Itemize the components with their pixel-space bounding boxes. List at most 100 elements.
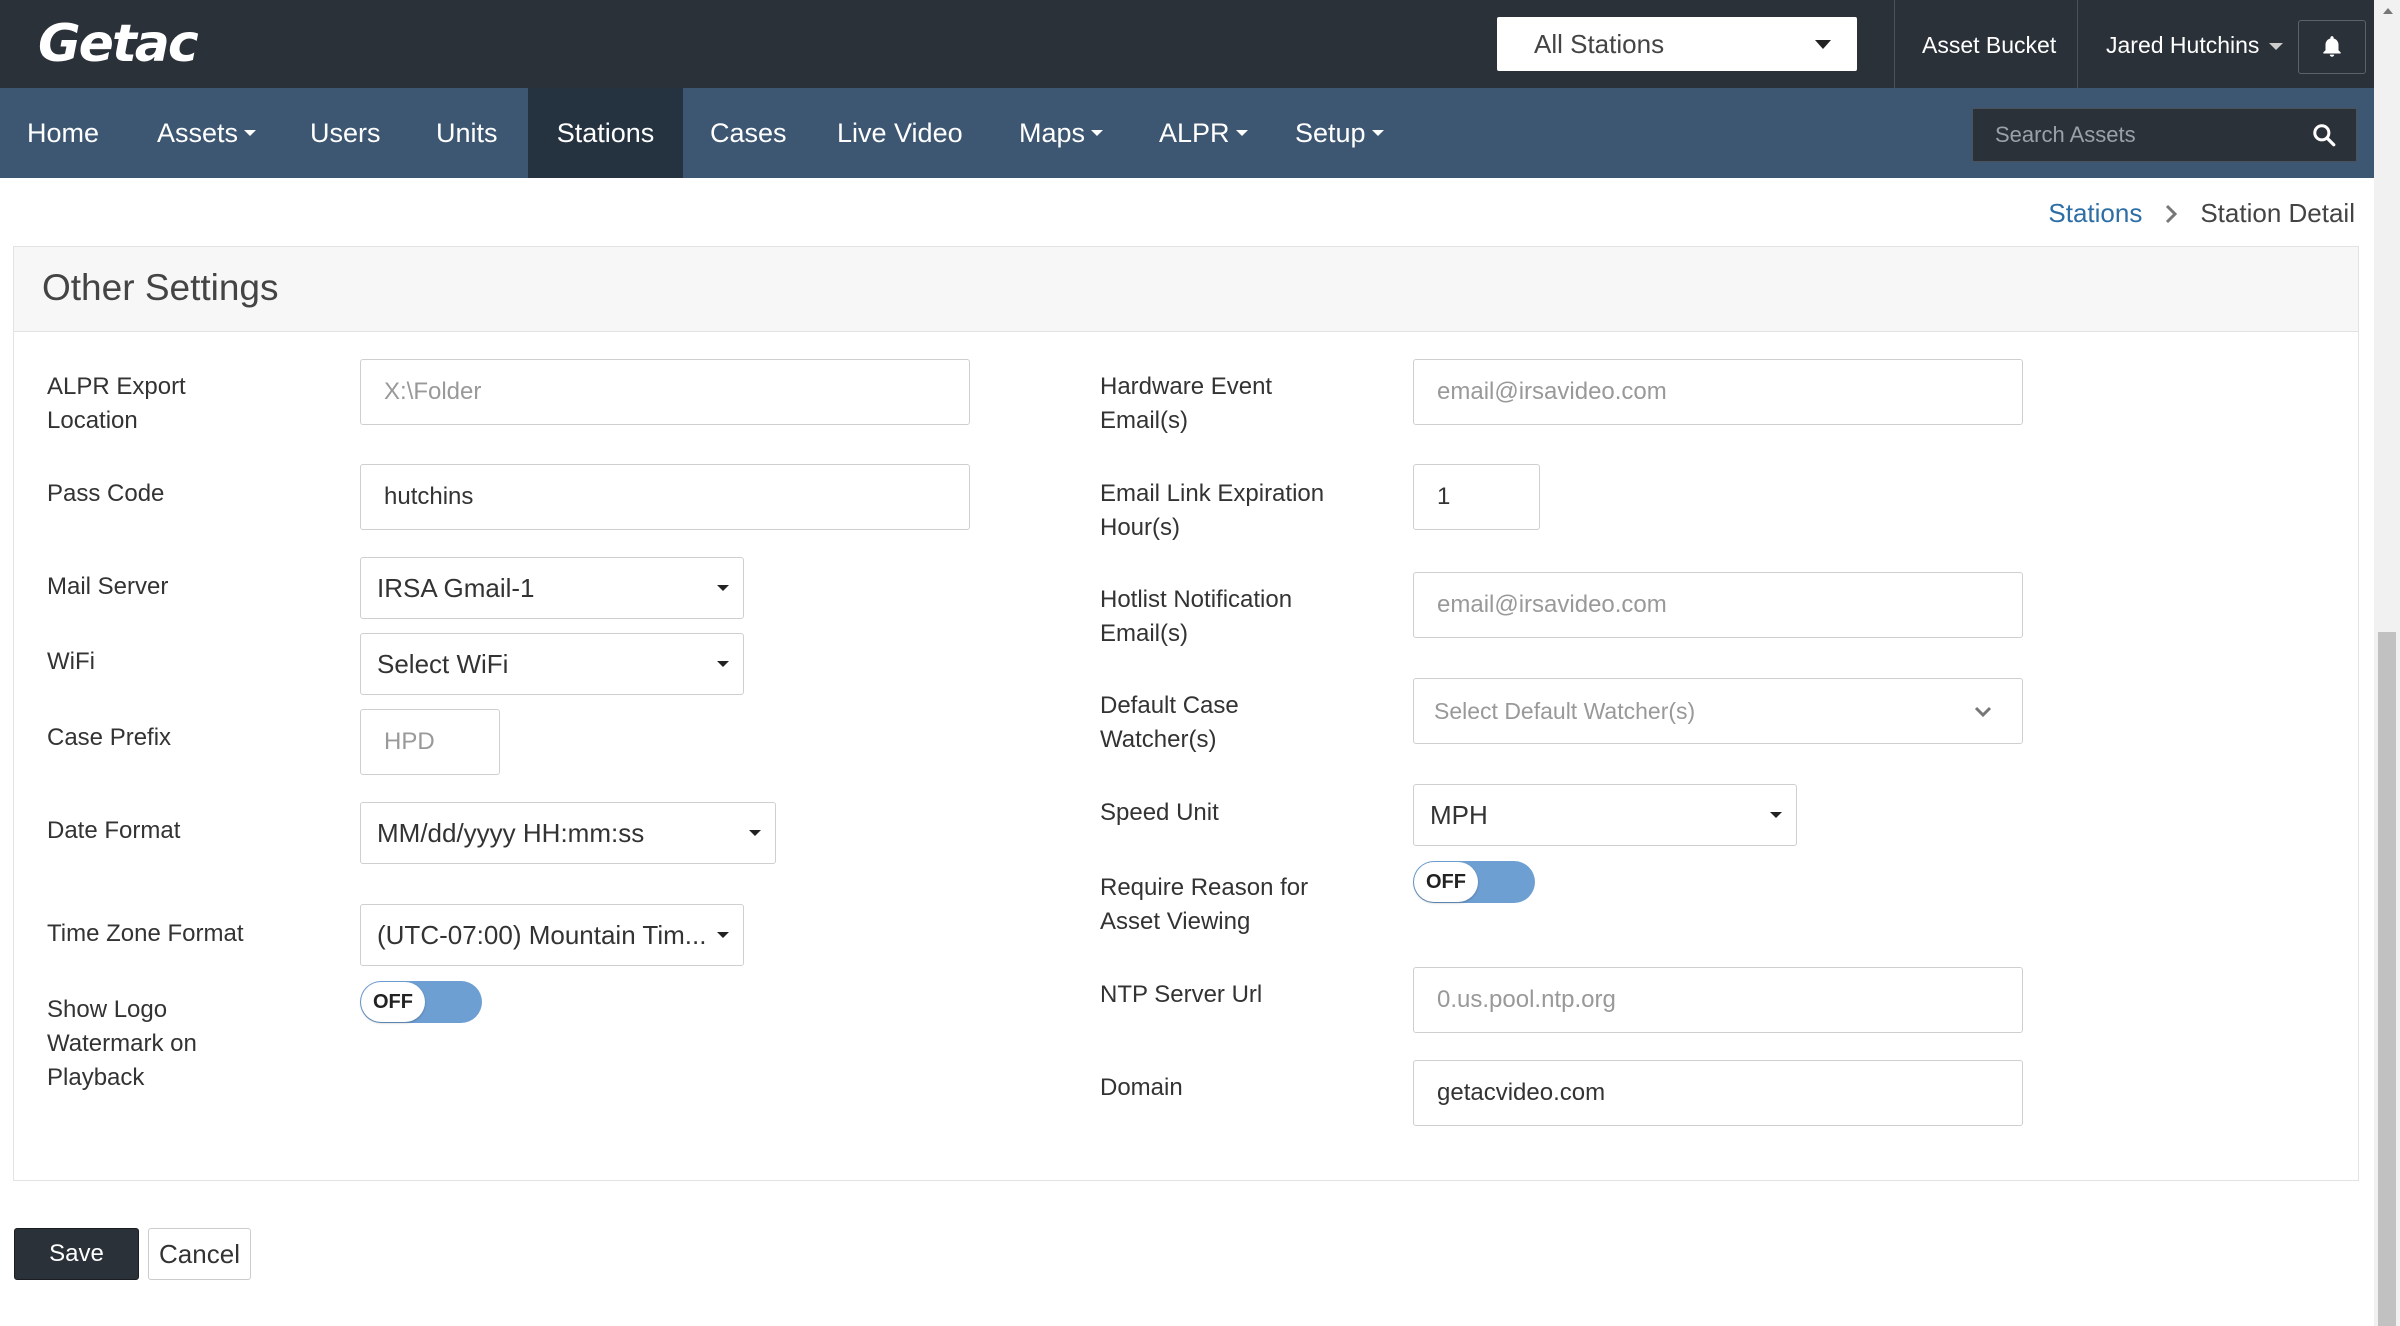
mail-server-select[interactable]: IRSA Gmail-1 <box>360 557 744 619</box>
wifi-label: WiFi <box>47 648 95 675</box>
hotlist-label: Hotlist Notification Email(s) <box>1100 586 1293 647</box>
nav-assets[interactable]: Assets <box>130 88 283 178</box>
nav-cases[interactable]: Cases <box>683 88 814 178</box>
date-format-label: Date Format <box>47 817 181 844</box>
toggle-knob: OFF <box>1414 862 1478 902</box>
chevron-down-icon <box>244 130 257 136</box>
chevron-down-icon <box>1371 130 1384 136</box>
breadcrumb-stations[interactable]: Stations <box>2048 198 2142 229</box>
mail-server-value: IRSA Gmail-1 <box>377 572 535 603</box>
speed-unit-select[interactable]: MPH <box>1413 784 1797 846</box>
divider <box>2077 0 2078 88</box>
pass-code-label: Pass Code <box>47 480 165 507</box>
time-zone-select[interactable]: (UTC-07:00) Mountain Tim... <box>360 904 744 966</box>
case-prefix-field[interactable] <box>360 709 500 775</box>
alpr-export-input[interactable] <box>384 360 969 424</box>
nav-label: Assets <box>157 117 239 148</box>
nav-label: Setup <box>1295 117 1366 148</box>
alpr-export-label: ALPR Export Location <box>47 373 186 434</box>
panel-title: Other Settings <box>42 267 279 308</box>
time-zone-value: (UTC-07:00) Mountain Tim... <box>377 919 707 950</box>
email-link-label: Email Link Expiration Hour(s) <box>1100 480 1325 541</box>
scroll-up-arrow-icon[interactable] <box>2383 8 2393 14</box>
hardware-event-input[interactable] <box>1437 360 2022 424</box>
watcher-select[interactable]: Select Default Watcher(s) <box>1413 678 2023 744</box>
nav-maps[interactable]: Maps <box>992 88 1130 178</box>
chevron-down-icon <box>717 932 729 938</box>
chevron-down-icon <box>717 661 729 667</box>
require-reason-label: Require Reason for Asset Viewing <box>1100 874 1309 935</box>
domain-field[interactable]: getacvideo.com <box>1413 1060 2023 1126</box>
nav-live-video[interactable]: Live Video <box>810 88 990 178</box>
nav-home[interactable]: Home <box>0 88 126 178</box>
cancel-button[interactable]: Cancel <box>148 1228 251 1280</box>
pass-code-value: hutchins <box>384 483 474 510</box>
wifi-select[interactable]: Select WiFi <box>360 633 744 695</box>
hardware-event-label: Hardware Event Email(s) <box>1100 373 1273 434</box>
breadcrumb: Stations Station Detail <box>2048 198 2355 229</box>
email-link-field[interactable]: 1 <box>1413 464 1540 530</box>
scrollbar-thumb[interactable] <box>2378 632 2396 1326</box>
toggle-knob: OFF <box>361 982 425 1022</box>
nav-stations[interactable]: Stations <box>528 88 683 178</box>
getac-logo[interactable]: Getac <box>38 14 199 74</box>
speed-unit-value: MPH <box>1430 799 1488 830</box>
panel-header: Other Settings <box>14 247 2358 332</box>
chevron-down-icon <box>1815 40 1831 49</box>
nav-label: ALPR <box>1159 117 1230 148</box>
hotlist-field[interactable] <box>1413 572 2023 638</box>
mail-server-label: Mail Server <box>47 573 169 600</box>
user-name: Jared Hutchins <box>2106 32 2260 58</box>
chevron-down-icon <box>1770 812 1782 818</box>
chevron-down-icon <box>749 830 761 836</box>
nav-label: Maps <box>1019 117 1086 148</box>
user-menu[interactable]: Jared Hutchins <box>2106 32 2284 59</box>
ntp-input[interactable] <box>1437 968 2022 1032</box>
speed-unit-label: Speed Unit <box>1100 799 1219 826</box>
date-format-select[interactable]: MM/dd/yyyy HH:mm:ss <box>360 802 776 864</box>
show-logo-toggle[interactable]: OFF <box>360 981 482 1023</box>
hotlist-input[interactable] <box>1437 573 2022 637</box>
chevron-down-icon <box>717 585 729 591</box>
watcher-placeholder: Select Default Watcher(s) <box>1434 697 1696 724</box>
require-reason-toggle[interactable]: OFF <box>1413 861 1535 903</box>
nav-label: Units <box>436 117 498 148</box>
ntp-label: NTP Server Url <box>1100 981 1263 1008</box>
case-prefix-label: Case Prefix <box>47 724 172 751</box>
chevron-down-icon <box>1235 130 1248 136</box>
alpr-export-field[interactable] <box>360 359 970 425</box>
nav-label: Cases <box>710 117 787 148</box>
station-select-value: All Stations <box>1534 28 1665 59</box>
domain-value: getacvideo.com <box>1437 1079 1606 1106</box>
divider <box>1894 0 1895 88</box>
chevron-down-icon <box>2269 43 2284 51</box>
domain-label: Domain <box>1100 1074 1183 1101</box>
station-select[interactable]: All Stations <box>1497 17 1857 71</box>
nav-units[interactable]: Units <box>409 88 525 178</box>
notifications-button[interactable] <box>2298 20 2366 74</box>
email-link-value: 1 <box>1437 483 1451 510</box>
search-input[interactable] <box>1973 109 2293 161</box>
ntp-field[interactable] <box>1413 967 2023 1033</box>
nav-users[interactable]: Users <box>283 88 408 178</box>
nav-alpr[interactable]: ALPR <box>1132 88 1275 178</box>
chevron-right-icon <box>2166 204 2178 223</box>
search-button[interactable] <box>2292 109 2356 161</box>
wifi-value: Select WiFi <box>377 648 509 679</box>
bell-icon <box>2323 36 2341 57</box>
nav-label: Live Video <box>837 117 963 148</box>
chevron-down-icon <box>1974 706 1992 718</box>
nav-setup[interactable]: Setup <box>1268 88 1411 178</box>
hardware-event-field[interactable] <box>1413 359 2023 425</box>
show-logo-label: Show Logo Watermark on Playback <box>47 996 197 1091</box>
search-icon <box>2313 124 2336 147</box>
case-prefix-input[interactable] <box>384 710 499 774</box>
search-assets <box>1972 108 2357 162</box>
main-nav: Home Assets Users Units Stations Cases L… <box>0 88 2374 178</box>
asset-bucket-link[interactable]: Asset Bucket <box>1922 32 2056 59</box>
pass-code-field[interactable]: hutchins <box>360 464 970 530</box>
top-bar: Getac All Stations Asset Bucket Jared Hu… <box>0 0 2374 88</box>
save-button[interactable]: Save <box>14 1228 139 1280</box>
time-zone-label: Time Zone Format <box>47 920 244 947</box>
breadcrumb-current: Station Detail <box>2200 198 2355 228</box>
